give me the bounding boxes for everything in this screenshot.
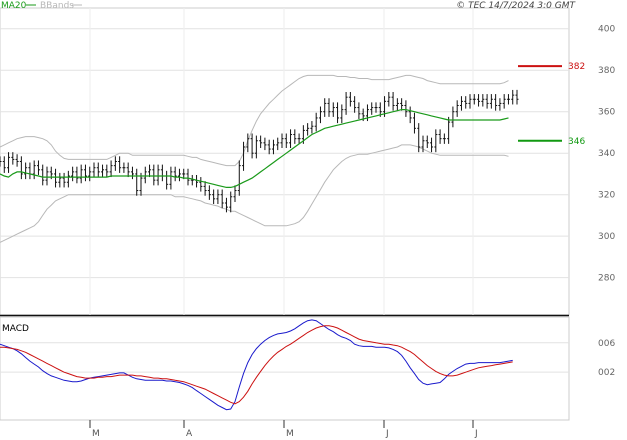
x-tick-label: J bbox=[385, 429, 389, 439]
price-y-tick-label: 380 bbox=[598, 66, 615, 76]
macd-y-tick-labels: 002 006 bbox=[598, 339, 615, 378]
price-y-tick-labels: 280 300 320 340 360 380 400 bbox=[598, 25, 615, 284]
price-y-tick-label: 340 bbox=[598, 149, 615, 159]
legend-ma20: MA20 bbox=[1, 1, 27, 11]
copyright-text: © TEC 14/7/2024 3:0 GMT bbox=[456, 1, 576, 11]
price-y-tick-label: 280 bbox=[598, 274, 615, 284]
macd-legend: MACD bbox=[2, 324, 29, 334]
price-y-tick-label: 300 bbox=[598, 232, 615, 242]
level-label: 382 bbox=[568, 62, 585, 72]
x-tick-label: M bbox=[92, 429, 100, 439]
price-y-tick-label: 320 bbox=[598, 191, 615, 201]
x-tick-labels: MAMJJ bbox=[89, 420, 478, 439]
macd-y-tick-label: 006 bbox=[598, 339, 615, 349]
macd-y-tick-label: 002 bbox=[598, 368, 615, 378]
stock-chart: 280 300 320 340 360 380 400 002 006 M A M J J 382 34… bbox=[0, 1, 615, 439]
level-label: 346 bbox=[568, 137, 585, 147]
x-tick-label: M bbox=[286, 429, 294, 439]
price-y-tick-label: 400 bbox=[598, 25, 615, 35]
x-tick-label: A bbox=[186, 429, 193, 439]
price-y-tick-label: 360 bbox=[598, 108, 615, 118]
legend-bbands: BBands bbox=[40, 1, 74, 11]
x-tick-label: J bbox=[474, 429, 478, 439]
